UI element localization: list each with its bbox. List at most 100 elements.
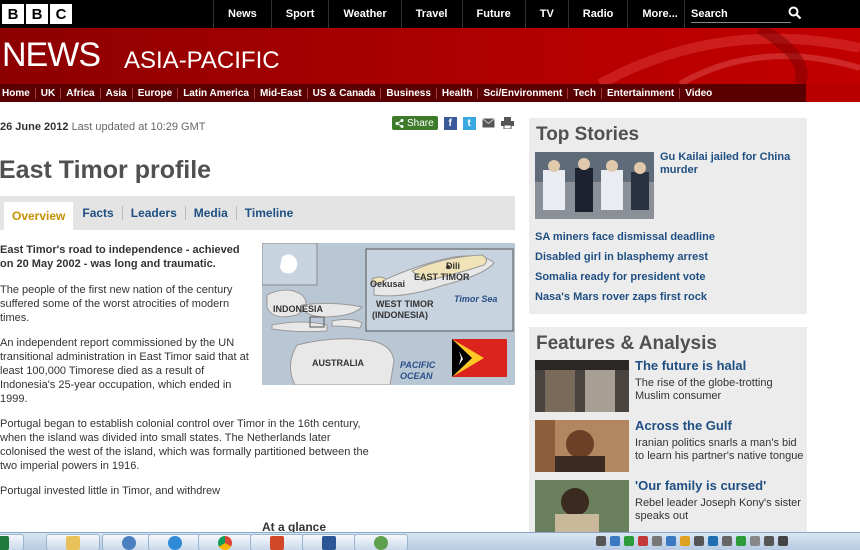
nav-future[interactable]: Future xyxy=(461,0,525,28)
ie-taskbar-button[interactable] xyxy=(148,534,202,550)
feature-headline[interactable]: Across the Gulf xyxy=(635,418,732,433)
tray-icon[interactable] xyxy=(736,536,746,546)
article-paragraph: Portugal began to establish colonial con… xyxy=(0,418,369,472)
share-tools: Share f t xyxy=(392,116,514,130)
top-story-link[interactable]: Disabled girl in blasphemy arrest xyxy=(535,251,708,263)
top-story-link[interactable]: Nasa's Mars rover zaps first rock xyxy=(535,291,707,303)
messenger-icon xyxy=(374,535,388,550)
chrome-taskbar-button[interactable] xyxy=(198,534,252,550)
bluetooth-icon[interactable] xyxy=(708,536,718,546)
tray-icon[interactable] xyxy=(722,536,732,546)
volume-icon[interactable] xyxy=(778,536,788,546)
article-paragraph: The people of the first new nation of th… xyxy=(0,284,233,324)
tray-icon[interactable] xyxy=(652,536,662,546)
section-mid-east[interactable]: Mid-East xyxy=(255,87,308,99)
section-africa[interactable]: Africa xyxy=(61,87,101,99)
banner-title[interactable]: NEWS xyxy=(2,36,101,75)
nav-more[interactable]: More... xyxy=(627,0,691,28)
bbc-logo[interactable]: B B C xyxy=(2,4,72,24)
section-video[interactable]: Video xyxy=(680,88,717,99)
nav-travel[interactable]: Travel xyxy=(400,0,462,28)
map-label-west-timor-country: (INDONESIA) xyxy=(372,310,428,320)
tab-media[interactable]: Media xyxy=(186,206,237,220)
word-taskbar-button[interactable] xyxy=(302,534,356,550)
top-story-headline[interactable]: Gu Kailai jailed for China murder xyxy=(660,151,800,177)
east-timor-flag xyxy=(452,339,507,377)
tray-icon[interactable] xyxy=(624,536,634,546)
section-health[interactable]: Health xyxy=(437,87,479,99)
feature-headline[interactable]: The future is halal xyxy=(635,358,746,373)
share-button[interactable]: Share xyxy=(392,116,438,130)
feature-headline[interactable]: 'Our family is cursed' xyxy=(635,478,766,493)
network-icon[interactable] xyxy=(764,536,774,546)
tray-icon[interactable] xyxy=(750,536,760,546)
section-latin-america[interactable]: Latin America xyxy=(178,87,255,99)
nav-news[interactable]: News xyxy=(213,0,271,28)
tab-leaders[interactable]: Leaders xyxy=(123,206,186,220)
twitter-icon[interactable]: t xyxy=(462,116,476,130)
facebook-icon[interactable]: f xyxy=(443,116,457,130)
feature-image[interactable] xyxy=(535,480,629,532)
article-date: 26 June 2012 xyxy=(0,121,69,133)
news-banner: NEWS ASIA-PACIFIC xyxy=(0,28,860,84)
tray-icon[interactable] xyxy=(596,536,606,546)
bbc-top-bar: B B C News Sport Weather Travel Future T… xyxy=(0,0,860,28)
tray-icon[interactable] xyxy=(638,536,648,546)
search-icon[interactable] xyxy=(788,6,802,25)
section-entertainment[interactable]: Entertainment xyxy=(602,87,681,99)
windows-taskbar xyxy=(0,532,860,550)
section-us-canada[interactable]: US & Canada xyxy=(308,87,382,99)
word-icon xyxy=(322,535,336,550)
explorer-taskbar-button[interactable] xyxy=(46,534,100,550)
section-sci-environment[interactable]: Sci/Environment xyxy=(478,87,569,99)
features-panel: Features & Analysis The future is halal … xyxy=(529,327,807,537)
section-asia[interactable]: Asia xyxy=(101,87,133,99)
tray-icon[interactable] xyxy=(610,536,620,546)
nav-radio[interactable]: Radio xyxy=(567,0,628,28)
page-title: East Timor profile xyxy=(0,156,212,184)
logo-letter: B xyxy=(26,4,48,24)
feature-summary: Iranian politics snarls a man's bid to l… xyxy=(635,437,804,462)
tray-icon[interactable] xyxy=(666,536,676,546)
feature-image[interactable] xyxy=(535,360,629,412)
section-tech[interactable]: Tech xyxy=(568,87,602,99)
section-home[interactable]: Home xyxy=(0,87,36,99)
users-icon xyxy=(122,535,136,550)
features-title: Features & Analysis xyxy=(536,333,717,354)
nav-sport[interactable]: Sport xyxy=(270,0,329,28)
tray-icon[interactable] xyxy=(694,536,704,546)
section-business[interactable]: Business xyxy=(381,87,437,99)
banner-region[interactable]: ASIA-PACIFIC xyxy=(124,47,280,75)
map-label-ocean: OCEAN xyxy=(400,371,433,381)
map-label-dili: Dili xyxy=(446,261,461,271)
internet-explorer-icon xyxy=(168,535,182,550)
tab-timeline[interactable]: Timeline xyxy=(237,206,301,220)
powerpoint-icon xyxy=(270,535,284,550)
nav-tv[interactable]: TV xyxy=(524,0,568,28)
system-tray xyxy=(596,536,788,546)
tray-icon[interactable] xyxy=(680,536,690,546)
chrome-icon xyxy=(218,535,232,550)
profile-tabs: Overview Facts Leaders Media Timeline xyxy=(0,196,515,230)
map-label-australia: AUSTRALIA xyxy=(312,358,364,368)
top-story-link[interactable]: SA miners face dismissal deadline xyxy=(535,231,715,243)
section-uk[interactable]: UK xyxy=(36,87,62,99)
email-icon[interactable] xyxy=(481,118,495,128)
dateline: 26 June 2012 Last updated at 10:29 GMT xyxy=(0,121,205,133)
messenger-taskbar-button[interactable] xyxy=(354,534,408,550)
top-story-link[interactable]: Somalia ready for president vote xyxy=(535,271,706,283)
map-label-indonesia: INDONESIA xyxy=(273,304,324,314)
nav-weather[interactable]: Weather xyxy=(328,0,400,28)
folder-icon xyxy=(66,535,80,550)
tab-overview[interactable]: Overview xyxy=(4,202,75,230)
top-story-image[interactable] xyxy=(535,152,654,219)
feature-image[interactable] xyxy=(535,420,629,472)
search-input[interactable] xyxy=(691,5,791,23)
top-stories-panel: Top Stories Gu Kailai jailed for China m… xyxy=(529,118,807,314)
section-nav-fill xyxy=(806,84,860,102)
excel-taskbar-button[interactable] xyxy=(0,534,24,550)
tab-facts[interactable]: Facts xyxy=(74,206,123,220)
print-icon[interactable] xyxy=(500,117,514,129)
section-europe[interactable]: Europe xyxy=(133,87,179,99)
powerpoint-taskbar-button[interactable] xyxy=(250,534,304,550)
